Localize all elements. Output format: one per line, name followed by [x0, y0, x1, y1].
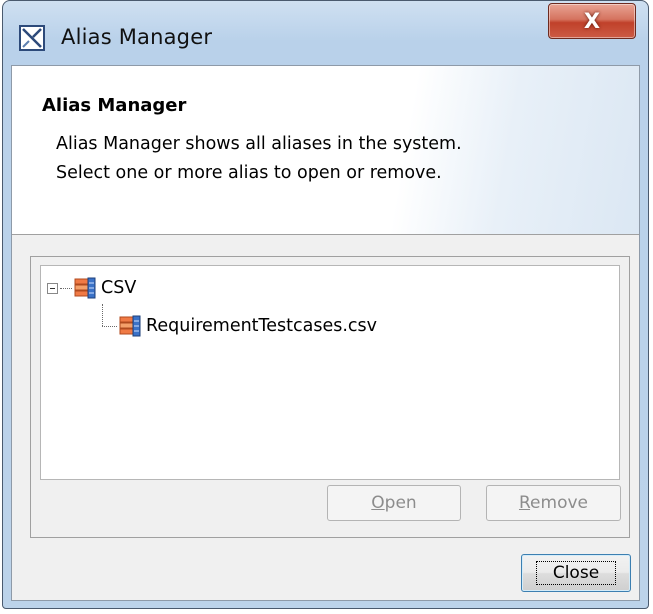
header-title: Alias Manager [42, 95, 187, 116]
database-icon [119, 315, 141, 337]
alias-manager-icon [19, 25, 45, 51]
window-title: Alias Manager [61, 25, 213, 49]
close-window-button[interactable]: X [548, 3, 636, 39]
alias-manager-window: Alias Manager X Alias Manager Alias Mana… [2, 0, 649, 609]
close-button-label: Close [535, 561, 617, 585]
header-description: Alias Manager shows all aliases in the s… [56, 134, 462, 183]
open-button[interactable]: Open [327, 485, 461, 521]
remove-button[interactable]: Remove [486, 485, 621, 521]
close-button[interactable]: Close [521, 554, 631, 592]
tree-node-label: CSV [101, 278, 137, 298]
title-bar[interactable]: Alias Manager X [3, 1, 648, 65]
remove-button-label: Remove [518, 493, 588, 513]
tree-node-label: RequirementTestcases.csv [146, 316, 378, 336]
open-button-label: Open [371, 493, 417, 513]
dialog-content: Alias Manager Alias Manager shows all al… [11, 65, 640, 601]
close-icon: X [583, 9, 601, 33]
alias-tree[interactable]: CSV RequirementTestcases.csv [40, 265, 620, 480]
database-icon [74, 277, 96, 299]
tree-node-csv[interactable]: CSV [47, 274, 136, 302]
tree-node-file[interactable]: RequirementTestcases.csv [119, 312, 377, 340]
collapse-toggle-icon[interactable] [47, 282, 58, 294]
dialog-header: Alias Manager Alias Manager shows all al… [12, 66, 639, 235]
alias-panel: CSV RequirementTestcases.csv Open Remove [30, 256, 630, 538]
